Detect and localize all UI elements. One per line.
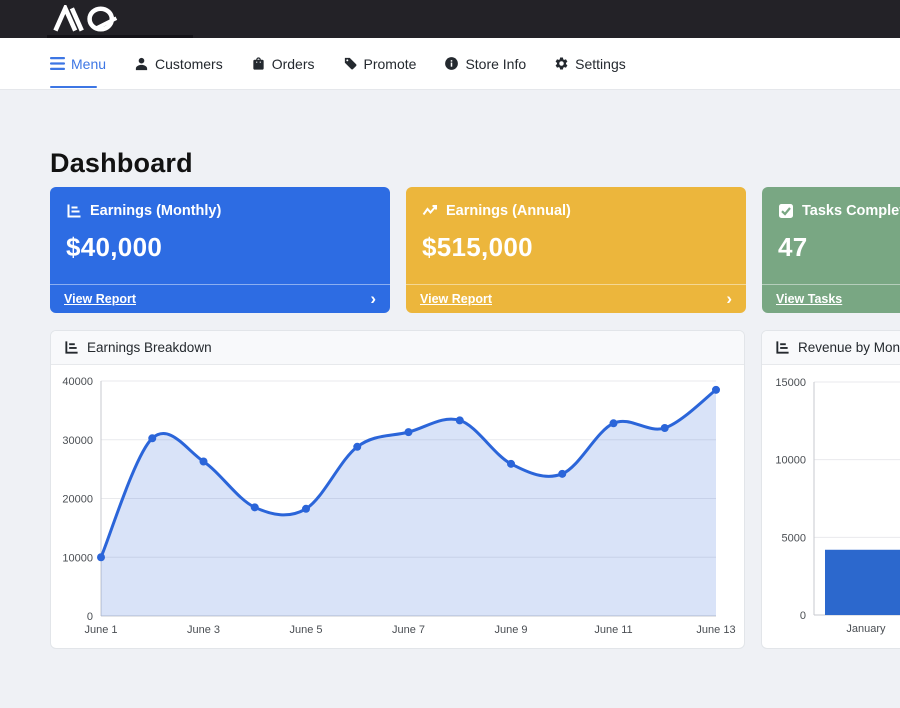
nav-item-settings[interactable]: Settings <box>554 56 626 72</box>
stat-card-value: 47 <box>762 219 900 263</box>
stat-cards-row: Earnings (Monthly) $40,000 View Report ›… <box>50 187 900 313</box>
earnings-chart-body: 0 10000 20000 30000 40000 June 1 June 3 June 5 J… <box>51 365 744 648</box>
nav-item-store-info[interactable]: Store Info <box>444 56 526 72</box>
nav-item-label: Promote <box>364 56 417 72</box>
chart-bars-icon <box>775 340 790 355</box>
nav-item-orders[interactable]: Orders <box>251 56 315 72</box>
stat-card-footer: View Report › <box>50 284 390 313</box>
chart-card-header: Earnings Breakdown <box>51 331 744 365</box>
view-report-link[interactable]: View Report <box>64 292 136 306</box>
nav-item-label: Menu <box>71 56 106 72</box>
chart-bars-icon <box>64 340 79 355</box>
charts-row: Earnings Breakdown 0 10000 20000 30000 40000… <box>50 330 900 649</box>
earnings-breakdown-chart: 0 10000 20000 30000 40000 June 1 June 3 June 5 J… <box>51 365 744 648</box>
revenue-by-month-card: Revenue by Month 0 5000 10000 15000 January <box>761 330 900 649</box>
stat-card-title: Earnings (Annual) <box>446 203 571 219</box>
revenue-chart-body: 0 5000 10000 15000 January <box>762 365 900 648</box>
topbar <box>0 0 900 38</box>
svg-text:0: 0 <box>800 610 806 622</box>
revenue-by-month-chart: 0 5000 10000 15000 January <box>762 365 900 648</box>
chevron-right-icon: › <box>726 290 732 307</box>
gear-icon <box>554 56 569 71</box>
svg-text:10000: 10000 <box>62 552 93 564</box>
brand-logo[interactable] <box>46 5 134 33</box>
bag-icon <box>251 56 266 71</box>
chart-title: Revenue by Month <box>798 340 900 355</box>
main-content: Dashboard Earnings (Monthly) $40,000 Vie… <box>0 148 900 649</box>
svg-text:June 11: June 11 <box>594 624 632 636</box>
person-icon <box>134 56 149 71</box>
svg-text:15000: 15000 <box>775 377 806 389</box>
check-square-icon <box>778 203 794 219</box>
svg-text:30000: 30000 <box>62 435 93 447</box>
view-report-link[interactable]: View Report <box>420 292 492 306</box>
nav-item-menu[interactable]: Menu <box>50 56 106 72</box>
chevron-right-icon: › <box>370 290 376 307</box>
stat-card-header: Earnings (Annual) <box>406 187 746 219</box>
stat-card-footer: View Tasks › <box>762 284 900 313</box>
stat-card-earnings-monthly: Earnings (Monthly) $40,000 View Report › <box>50 187 390 313</box>
info-circle-icon <box>444 56 459 71</box>
svg-text:June 1: June 1 <box>84 624 117 636</box>
tag-icon <box>343 56 358 71</box>
active-tab-indicator <box>50 86 97 88</box>
svg-text:June 7: June 7 <box>392 624 425 636</box>
nav-item-label: Settings <box>575 56 626 72</box>
hamburger-icon <box>50 57 65 70</box>
stat-card-header: Tasks Completed <box>762 187 900 219</box>
line-chart-icon <box>422 203 438 219</box>
svg-text:January: January <box>846 623 886 635</box>
svg-text:40000: 40000 <box>62 376 93 388</box>
stat-card-title: Tasks Completed <box>802 203 900 219</box>
nav-item-label: Store Info <box>465 56 526 72</box>
stat-card-header: Earnings (Monthly) <box>50 187 390 219</box>
stat-card-tasks-completed: Tasks Completed 47 View Tasks › <box>762 187 900 313</box>
svg-text:June 5: June 5 <box>289 624 322 636</box>
chart-title: Earnings Breakdown <box>87 340 212 355</box>
nav-item-customers[interactable]: Customers <box>134 56 223 72</box>
stat-card-value: $515,000 <box>406 219 746 263</box>
stat-card-footer: View Report › <box>406 284 746 313</box>
chart-card-header: Revenue by Month <box>762 331 900 365</box>
main-nav: Menu Customers Orders Promote Store Info… <box>0 38 900 90</box>
svg-text:June 13: June 13 <box>696 624 735 636</box>
svg-text:5000: 5000 <box>782 532 806 544</box>
svg-text:20000: 20000 <box>62 494 93 506</box>
stat-card-title: Earnings (Monthly) <box>90 203 221 219</box>
stat-card-value: $40,000 <box>50 219 390 263</box>
earnings-breakdown-card: Earnings Breakdown 0 10000 20000 30000 40000… <box>50 330 745 649</box>
view-tasks-link[interactable]: View Tasks <box>776 292 842 306</box>
nav-item-label: Customers <box>155 56 223 72</box>
nav-item-label: Orders <box>272 56 315 72</box>
svg-text:0: 0 <box>87 611 93 623</box>
svg-text:June 9: June 9 <box>494 624 527 636</box>
nav-item-promote[interactable]: Promote <box>343 56 417 72</box>
stat-card-earnings-annual: Earnings (Annual) $515,000 View Report › <box>406 187 746 313</box>
svg-text:June 3: June 3 <box>187 624 220 636</box>
page-title: Dashboard <box>50 148 900 179</box>
bar-chart-icon <box>66 203 82 219</box>
svg-text:10000: 10000 <box>775 455 806 467</box>
